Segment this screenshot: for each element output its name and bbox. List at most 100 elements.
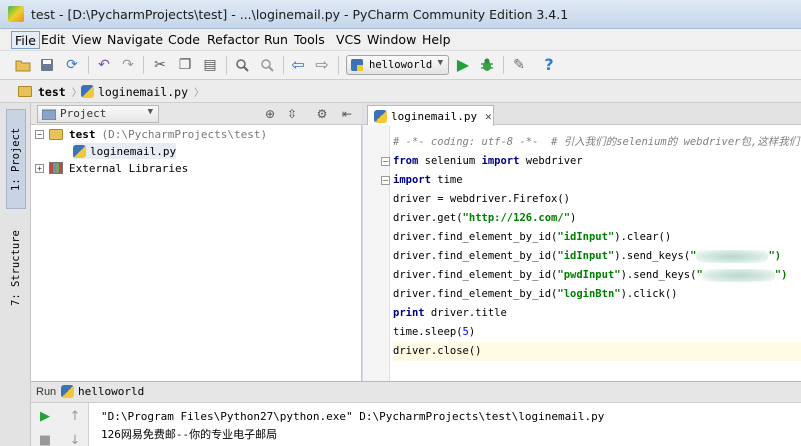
code-line-current: driver.close() bbox=[393, 342, 801, 361]
run-icon[interactable]: ▶ bbox=[454, 56, 472, 74]
run-panel-header: Run helloworld bbox=[31, 382, 801, 403]
console-output[interactable]: "D:\Program Files\Python27\python.exe" D… bbox=[95, 403, 795, 446]
chevron-down-icon: ▼ bbox=[147, 107, 153, 117]
help-icon[interactable]: ? bbox=[540, 56, 558, 74]
stop-icon[interactable]: ■ bbox=[37, 433, 53, 446]
fold-icon[interactable]: − bbox=[381, 157, 390, 166]
menu-view[interactable]: View bbox=[69, 31, 105, 49]
external-libraries-label: External Libraries bbox=[69, 161, 189, 175]
python-file-icon bbox=[81, 85, 94, 98]
project-panel-header: Project ▼ ⊕ ⇳ ⚙ ⇤ bbox=[31, 103, 362, 125]
menu-refactor[interactable]: Refactor bbox=[204, 31, 262, 49]
fold-icon[interactable]: − bbox=[381, 176, 390, 185]
tree-node-external[interactable]: + External Libraries bbox=[35, 160, 188, 176]
open-folder-icon[interactable] bbox=[14, 56, 32, 74]
copy-icon[interactable]: ❐ bbox=[176, 56, 194, 74]
sync-icon[interactable]: ⟳ bbox=[63, 56, 81, 74]
console-line: "D:\Program Files\Python27\python.exe" D… bbox=[101, 410, 605, 423]
menu-file[interactable]: File bbox=[11, 31, 40, 49]
code-line: print driver.title bbox=[393, 307, 507, 319]
project-view-icon bbox=[42, 109, 56, 120]
forward-icon[interactable]: ⇨ bbox=[313, 56, 331, 74]
tree-file-name: loginemail.py bbox=[90, 144, 177, 158]
collapse-all-icon[interactable]: ⇳ bbox=[284, 106, 300, 122]
window-title: test - [D:\PycharmProjects\test] - ...\l… bbox=[31, 7, 569, 22]
structure-tool-label: 7: Structure bbox=[10, 230, 22, 306]
toolbar-separator bbox=[338, 56, 339, 74]
run-panel-title: Run bbox=[36, 386, 57, 398]
tree-node-root[interactable]: − test (D:\PycharmProjects\test) bbox=[35, 126, 267, 142]
run-tab-helloworld[interactable]: helloworld bbox=[61, 385, 144, 398]
python-file-icon bbox=[61, 385, 74, 398]
paste-icon[interactable]: ▤ bbox=[201, 56, 219, 74]
find-icon[interactable] bbox=[233, 56, 251, 74]
editor-panel: loginemail.py ✕ − − # -*- coding: utf-8 … bbox=[363, 103, 801, 381]
run-tab-label: helloworld bbox=[78, 385, 145, 398]
menu-run[interactable]: Run bbox=[261, 31, 291, 49]
collapse-icon[interactable]: − bbox=[35, 129, 44, 139]
scroll-down-icon[interactable]: ↓ bbox=[67, 433, 83, 446]
run-config-label: helloworld bbox=[369, 59, 433, 71]
menu-tools[interactable]: Tools bbox=[291, 31, 328, 49]
console-line: 126网易免费邮--你的专业电子邮局 bbox=[101, 428, 278, 441]
python-file-icon bbox=[351, 59, 363, 71]
breadcrumb-file-label: loginemail.py bbox=[98, 84, 189, 99]
breadcrumb-file[interactable]: loginemail.py 〉 bbox=[81, 83, 204, 100]
editor-gutter: − − bbox=[363, 125, 390, 381]
redacted-value bbox=[696, 249, 769, 263]
folder-icon bbox=[18, 86, 32, 97]
code-line: driver.find_element_by_id("pwdInput").se… bbox=[393, 268, 788, 282]
gear-icon[interactable]: ⚙ bbox=[314, 106, 330, 122]
undo-icon[interactable]: ↶ bbox=[95, 56, 113, 74]
breadcrumb-project-label: test bbox=[38, 84, 66, 99]
root-folder-name: test bbox=[69, 127, 96, 141]
run-config-select[interactable]: helloworld ▼ bbox=[346, 55, 449, 75]
root-folder-path: (D:\PycharmProjects\test) bbox=[101, 127, 268, 141]
save-icon[interactable] bbox=[38, 56, 56, 74]
debug-icon[interactable] bbox=[478, 56, 496, 74]
chevron-down-icon: ▼ bbox=[437, 58, 443, 68]
menu-window[interactable]: Window bbox=[364, 31, 419, 49]
menu-help[interactable]: Help bbox=[419, 31, 454, 49]
project-view-select[interactable]: Project ▼ bbox=[37, 105, 159, 123]
run-panel: Run helloworld ▶ ↑ ■ ↓ "D:\Program Files… bbox=[31, 381, 801, 446]
tab-structure-tool[interactable]: 7: Structure bbox=[6, 225, 26, 311]
run-toolbar: ▶ ↑ ■ ↓ bbox=[31, 403, 89, 446]
redo-icon[interactable]: ↷ bbox=[119, 56, 137, 74]
navigation-bar: test 〉 loginemail.py 〉 bbox=[0, 80, 801, 103]
toolbar-separator bbox=[283, 56, 284, 74]
project-panel: Project ▼ ⊕ ⇳ ⚙ ⇤ − test (D:\PycharmProj… bbox=[31, 103, 362, 381]
settings-icon[interactable]: ✎ bbox=[510, 56, 528, 74]
redacted-value bbox=[702, 268, 775, 282]
hide-panel-icon[interactable]: ⇤ bbox=[339, 106, 355, 122]
toolbar-separator bbox=[226, 56, 227, 74]
menu-navigate[interactable]: Navigate bbox=[104, 31, 166, 49]
code-area[interactable]: # -*- coding: utf-8 -*- # 引入我们的selenium的… bbox=[393, 125, 801, 381]
scroll-up-icon[interactable]: ↑ bbox=[67, 409, 83, 425]
back-icon[interactable]: ⇦ bbox=[289, 56, 307, 74]
main-toolbar: ⟳ ↶ ↷ ✂ ❐ ▤ ⇦ ⇨ helloworld ▼ ▶ ✎ ? bbox=[0, 51, 801, 80]
pycharm-app-icon bbox=[8, 6, 24, 22]
breadcrumb-project[interactable]: test 〉 bbox=[18, 83, 82, 100]
menu-vcs[interactable]: VCS bbox=[333, 31, 364, 49]
tab-loginemail[interactable]: loginemail.py ✕ bbox=[367, 105, 494, 126]
rerun-icon[interactable]: ▶ bbox=[37, 409, 53, 425]
libraries-icon bbox=[49, 162, 63, 174]
title-bar: test - [D:\PycharmProjects\test] - ...\l… bbox=[0, 0, 801, 29]
code-line: time.sleep(5) bbox=[393, 326, 476, 338]
editor-tab-bar: loginemail.py ✕ bbox=[363, 103, 801, 126]
code-line: import time bbox=[393, 174, 463, 186]
cut-icon[interactable]: ✂ bbox=[151, 56, 169, 74]
code-line: # -*- coding: utf-8 -*- # 引入我们的selenium的… bbox=[393, 136, 800, 148]
python-file-icon bbox=[374, 109, 387, 123]
project-tool-label: 1: Project bbox=[10, 127, 22, 191]
code-line: driver = webdriver.Firefox() bbox=[393, 193, 571, 205]
replace-icon[interactable] bbox=[258, 56, 276, 74]
scroll-from-source-icon[interactable]: ⊕ bbox=[262, 106, 278, 122]
tree-node-file[interactable]: loginemail.py bbox=[73, 143, 177, 159]
menu-code[interactable]: Code bbox=[165, 31, 203, 49]
close-icon[interactable]: ✕ bbox=[485, 110, 492, 123]
menu-edit[interactable]: Edit bbox=[38, 31, 68, 49]
tab-project-tool[interactable]: 1: Project bbox=[6, 109, 26, 209]
expand-icon[interactable]: + bbox=[35, 163, 44, 173]
